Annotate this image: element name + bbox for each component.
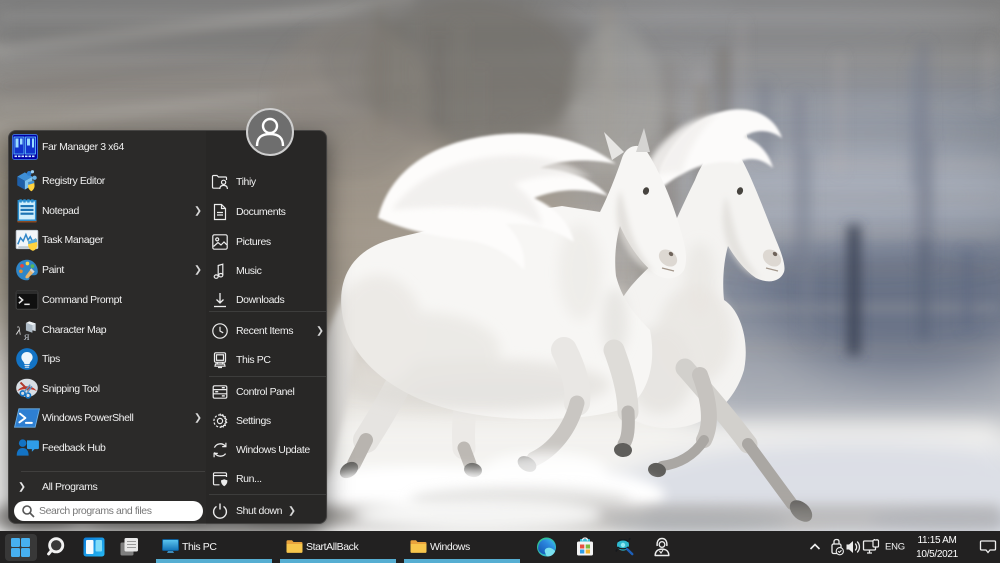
svg-text:Я: Я — [24, 332, 30, 342]
svg-text:λ: λ — [15, 323, 21, 337]
